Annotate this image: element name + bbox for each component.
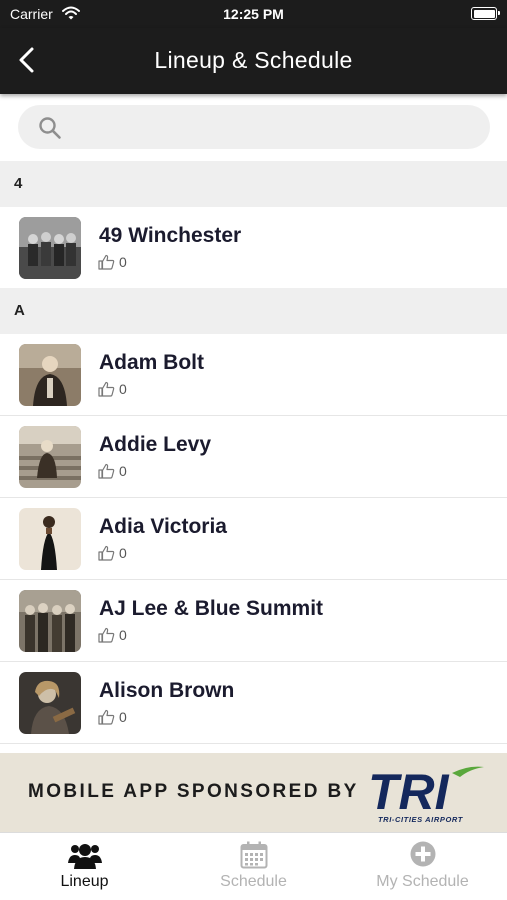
like-count-row[interactable]: 0: [98, 708, 127, 726]
status-time: 12:25 PM: [223, 6, 284, 22]
avatar: [19, 426, 81, 488]
tab-label: My Schedule: [376, 873, 469, 890]
tab-lineup[interactable]: Lineup: [0, 833, 169, 900]
avatar: [19, 672, 81, 734]
users-icon: [67, 844, 102, 869]
list-item[interactable]: Addie Levy 0: [0, 416, 507, 498]
sponsor-text: MOBILE APP SPONSORED BY: [28, 781, 359, 802]
like-count: 0: [119, 381, 127, 397]
like-count-row[interactable]: 0: [98, 253, 127, 271]
thumbs-up-icon: [98, 709, 115, 725]
like-count: 0: [119, 627, 127, 643]
list-item[interactable]: Adam Bolt 0: [0, 334, 507, 416]
plus-circle-icon: [410, 841, 435, 867]
like-count-row[interactable]: 0: [98, 462, 127, 480]
list-item[interactable]: Alison Brown 0: [0, 662, 507, 744]
list-item[interactable]: Adia Victoria 0: [0, 498, 507, 580]
thumbs-up-icon: [98, 381, 115, 397]
navigation-bar: Lineup & Schedule: [0, 28, 507, 94]
logo-wordmark: TRI: [368, 764, 450, 820]
section-header: A: [0, 288, 507, 334]
like-count: 0: [119, 709, 127, 725]
tab-bar: Lineup Schedule My Schedule: [0, 832, 507, 900]
like-count: 0: [119, 254, 127, 270]
search-area: [0, 94, 507, 161]
avatar: [19, 508, 81, 570]
avatar: [19, 344, 81, 406]
artist-name: Adam Bolt: [99, 351, 204, 374]
thumbs-up-icon: [98, 545, 115, 561]
section-header: 4: [0, 161, 507, 207]
artist-name: Adia Victoria: [99, 515, 227, 538]
tab-label: Lineup: [60, 873, 109, 890]
like-count: 0: [119, 463, 127, 479]
thumbs-up-icon: [98, 627, 115, 643]
like-count-row[interactable]: 0: [98, 544, 127, 562]
page-title: Lineup & Schedule: [154, 47, 353, 73]
thumbs-up-icon: [98, 254, 115, 270]
tab-label: Schedule: [220, 873, 287, 890]
like-count-row[interactable]: 0: [98, 380, 127, 398]
battery-icon: [471, 7, 500, 20]
list-item[interactable]: AJ Lee & Blue Summit 0: [0, 580, 507, 662]
logo-subtext: TRI-CITIES AIRPORT: [378, 815, 464, 824]
status-bar: Carrier 12:25 PM: [0, 0, 507, 28]
list-item[interactable]: 49 Winchester 0: [0, 207, 507, 288]
tri-cities-airport-logo: TRI TRI-CITIES AIRPORT: [368, 764, 484, 824]
like-count-row[interactable]: 0: [98, 626, 127, 644]
thumbs-up-icon: [98, 463, 115, 479]
search-input[interactable]: [18, 105, 490, 149]
tab-schedule[interactable]: Schedule: [169, 833, 338, 900]
avatar: [19, 590, 81, 652]
sponsor-banner[interactable]: MOBILE APP SPONSORED BY TRI TRI-CITIES A…: [0, 753, 507, 832]
artist-name: Alison Brown: [99, 679, 235, 702]
artist-name: Addie Levy: [99, 433, 212, 456]
artist-list[interactable]: 4 49 Winchester 0 A Adam Bolt 0 Addie Le…: [0, 161, 507, 753]
artist-name: 49 Winchester: [99, 224, 242, 247]
tab-my-schedule[interactable]: My Schedule: [338, 833, 507, 900]
artist-name: AJ Lee & Blue Summit: [99, 597, 324, 620]
like-count: 0: [119, 545, 127, 561]
avatar: [19, 217, 81, 279]
calendar-icon: [240, 841, 267, 869]
